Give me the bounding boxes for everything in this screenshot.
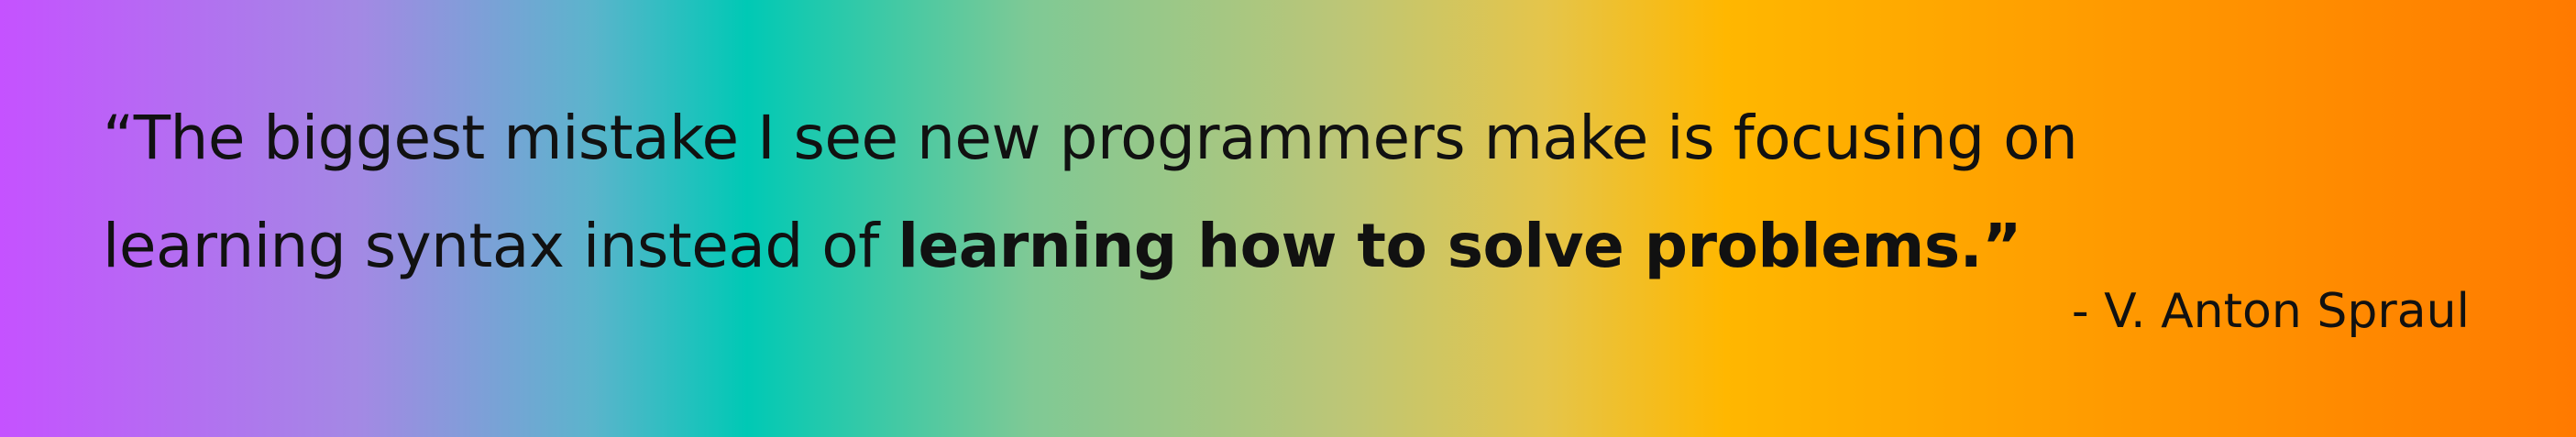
quote-attribution: - V. Anton Spraul [2071, 284, 2470, 339]
quote-banner: “The biggest mistake I see new programme… [0, 0, 2576, 437]
quote-line-1: “The biggest mistake I see new programme… [103, 103, 2078, 173]
quote-line-2-regular: learning syntax instead of [103, 211, 898, 281]
quote-line-2-emphasis: learning how to solve problems.” [897, 211, 2022, 281]
quote-text: “The biggest mistake I see new programme… [103, 84, 2486, 300]
